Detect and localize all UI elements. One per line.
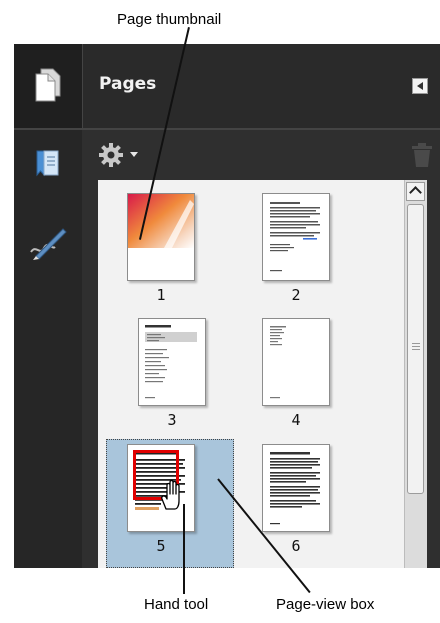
page-thumbnail-4[interactable] <box>262 318 330 406</box>
scrollbar-grip-icon <box>412 343 420 344</box>
callout-hand-tool: Hand tool <box>144 596 209 613</box>
thumbnail-content <box>270 202 320 272</box>
scrollbar-thumb[interactable] <box>407 204 424 494</box>
thumbnail-content <box>145 325 197 399</box>
page-number-label: 4 <box>291 411 301 429</box>
page-thumbnail-3[interactable] <box>138 318 206 406</box>
page-thumbnail-1[interactable] <box>127 193 195 281</box>
page-number-label: 1 <box>156 286 166 304</box>
page-number-label: 2 <box>291 286 301 304</box>
page-number-label: 3 <box>167 411 177 429</box>
thumbnail-content <box>128 194 194 248</box>
panel-title: Pages <box>99 74 157 94</box>
panel-toolbar <box>82 130 440 180</box>
trash-icon[interactable] <box>410 142 434 173</box>
callout-page-thumbnail: Page thumbnail <box>117 11 222 28</box>
thumbnail-content <box>270 452 320 525</box>
page-icon <box>35 68 61 107</box>
panel-header: Pages <box>14 44 440 130</box>
bookmark-icon[interactable] <box>34 148 62 183</box>
page-number-label: 6 <box>291 537 301 555</box>
gear-options-icon[interactable] <box>98 142 140 173</box>
vertical-scrollbar[interactable] <box>404 180 427 568</box>
page-thumbnail-6[interactable] <box>262 444 330 532</box>
collapse-arrow-icon[interactable] <box>412 78 428 94</box>
navigation-sidebar <box>14 130 82 568</box>
scroll-up-arrow-icon[interactable] <box>406 182 425 201</box>
signature-pen-icon[interactable] <box>28 226 68 265</box>
thumbnail-list[interactable]: 1 2 3 4 5 6 <box>98 180 404 568</box>
header-icon-area[interactable] <box>14 44 83 128</box>
page-thumbnail-2[interactable] <box>262 193 330 281</box>
thumbnail-content <box>270 326 286 399</box>
callout-page-view-box: Page-view box <box>276 596 375 613</box>
callout-line-hand-tool <box>183 504 185 594</box>
page-number-label: 5 <box>156 537 166 555</box>
